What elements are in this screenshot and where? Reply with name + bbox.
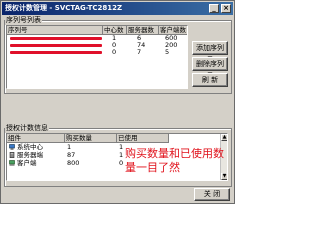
used-count: 1 — [119, 151, 124, 159]
bought-count: 87 — [67, 151, 76, 159]
bought-count: 800 — [67, 159, 80, 167]
redacted-serial — [10, 37, 102, 40]
client-count: 5 — [165, 48, 170, 56]
center-count: 0 — [112, 48, 117, 56]
title-bar: 授权计数管理 - SVCTAG-TC2812Z _ × — [2, 2, 233, 15]
serial-group-title: 序列号列表 — [5, 15, 42, 25]
serial-list[interactable]: 序列号 中心数 服务器数 客户端数 1 6 600 0 74 200 0 7 5 — [6, 25, 188, 89]
col-bought[interactable]: 购买数量 — [65, 134, 117, 143]
scroll-down-icon[interactable]: ▼ — [221, 173, 227, 180]
col-serial[interactable]: 序列号 — [7, 26, 103, 35]
refresh-button[interactable]: 刷 新 — [192, 73, 228, 87]
used-count: 0 — [119, 159, 124, 167]
annotation-line-1: 购买数量和已使用数 — [125, 147, 224, 160]
component-name: 客户端 — [17, 159, 37, 167]
used-count: 1 — [119, 143, 124, 151]
delete-serial-button[interactable]: 删除序列号 — [192, 57, 228, 80]
window-title: 授权计数管理 - SVCTAG-TC2812Z — [5, 4, 123, 12]
component-name: 服务器端 — [17, 151, 43, 159]
redacted-serial — [10, 44, 102, 47]
client-icon — [9, 160, 15, 166]
minimize-button[interactable]: _ — [209, 4, 219, 13]
close-button[interactable]: 关 闭 — [194, 188, 230, 201]
stats-group-title: 授权计数信息 — [5, 123, 49, 133]
server-icon — [9, 152, 15, 158]
system-center-icon — [9, 144, 15, 150]
component-name: 系统中心 — [17, 143, 43, 151]
col-component[interactable]: 组件 — [7, 134, 65, 143]
col-server[interactable]: 服务器数 — [127, 26, 159, 35]
license-window: 授权计数管理 - SVCTAG-TC2812Z _ × 序列号列表 序列号 中心… — [0, 0, 235, 204]
scroll-up-icon[interactable]: ▲ — [221, 134, 227, 141]
bought-count: 1 — [67, 143, 72, 151]
col-used[interactable]: 已使用 — [117, 134, 169, 143]
close-window-button[interactable]: × — [221, 4, 231, 13]
redacted-serial — [10, 51, 102, 54]
add-serial-button[interactable]: 添加序列号 — [192, 41, 228, 64]
annotation-line-2: 量一目了然 — [125, 161, 180, 174]
server-count: 7 — [137, 48, 142, 56]
